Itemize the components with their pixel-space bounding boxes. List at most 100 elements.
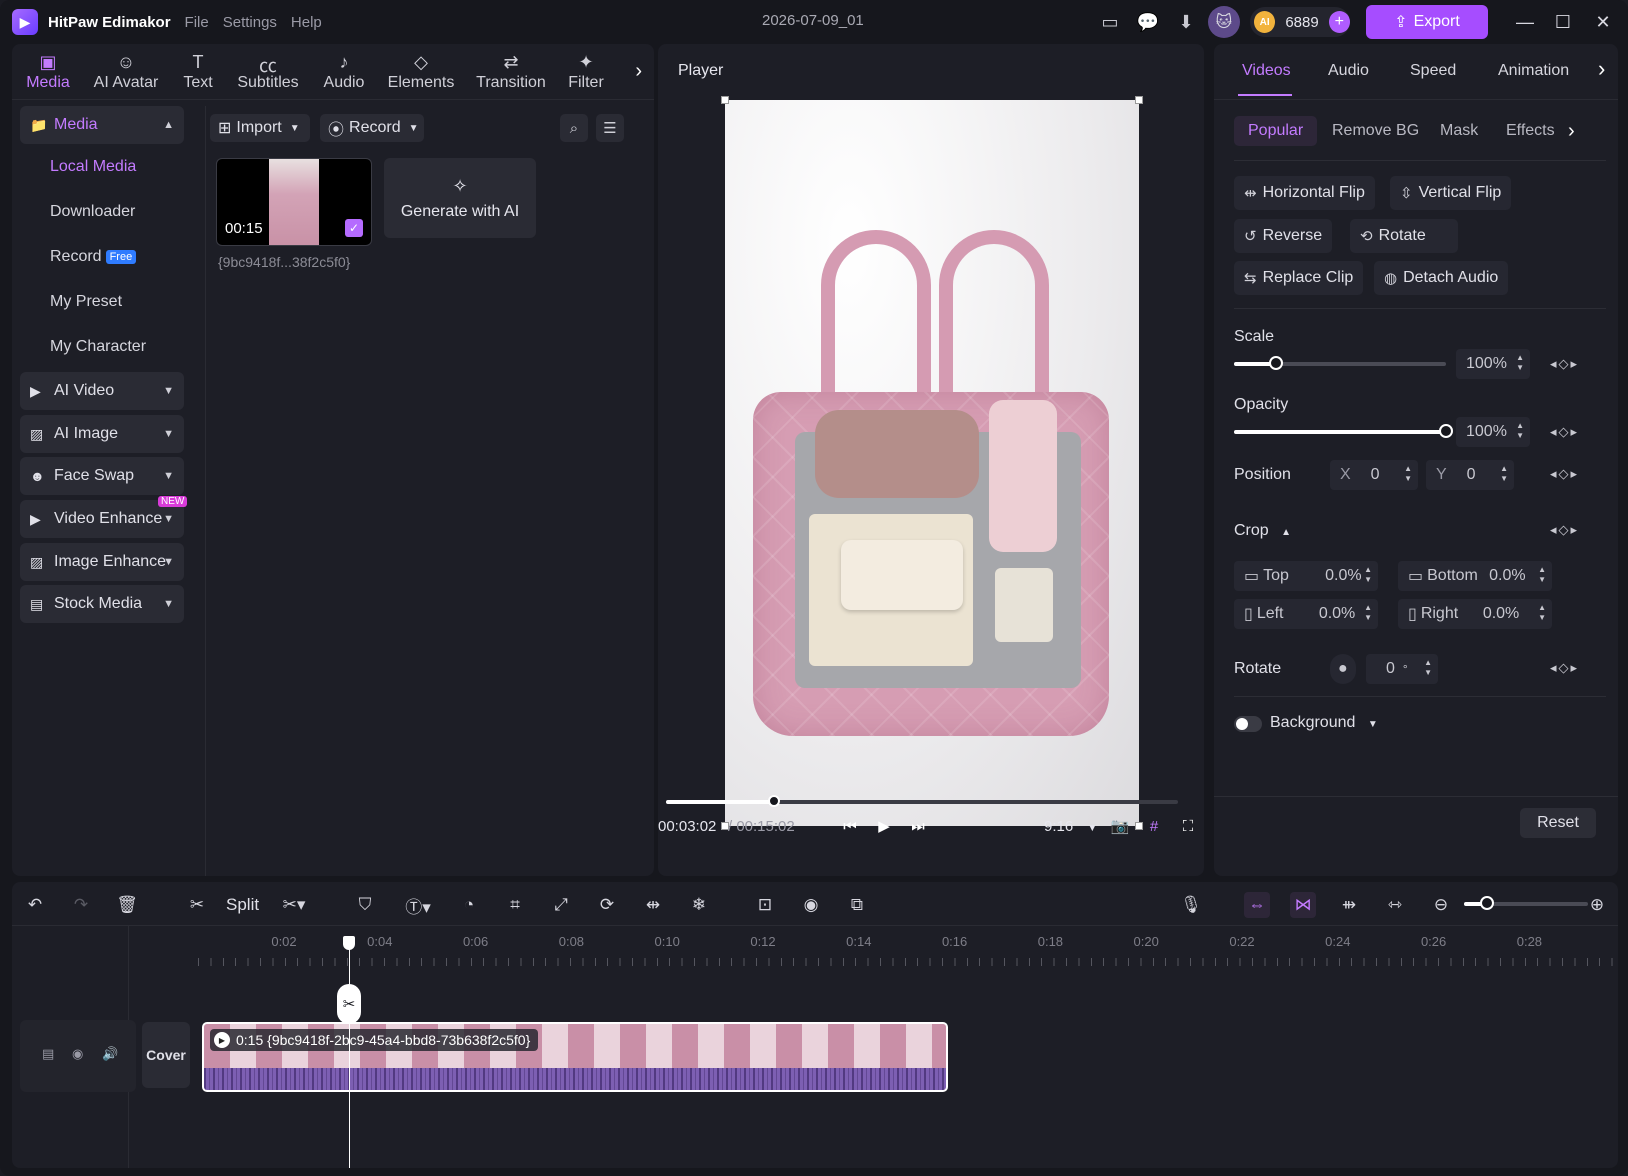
- check-icon[interactable]: ✓: [345, 219, 363, 237]
- sidebar-ai-image[interactable]: ▨ AI Image ▼: [20, 415, 184, 453]
- search-icon[interactable]: ⌕: [560, 114, 588, 142]
- split-track-icon[interactable]: ⇻: [1336, 892, 1362, 918]
- keyframe-icon[interactable]: ◂◇▸: [1550, 522, 1579, 538]
- sidebar-face-swap[interactable]: ☻ Face Swap ▼: [20, 457, 184, 495]
- scissors-icon[interactable]: ✂: [337, 984, 361, 1024]
- ai-cut-icon[interactable]: ✂▾: [274, 892, 314, 918]
- zoom-out-icon[interactable]: ⊖: [1428, 892, 1454, 918]
- download-icon[interactable]: ⬇: [1174, 10, 1198, 34]
- horizontal-flip-button[interactable]: ⇹ Horizontal Flip: [1234, 176, 1375, 210]
- rotate-input[interactable]: 0 ° ▲ ▼: [1366, 654, 1438, 684]
- aspect-ratio-select[interactable]: 9:16 ▼: [1044, 818, 1097, 835]
- spinner-icon[interactable]: ▲ ▼: [1404, 464, 1412, 484]
- tab-media[interactable]: ▣ Media: [14, 44, 82, 100]
- speed-icon[interactable]: ◔: [456, 892, 482, 918]
- keyframe-icon[interactable]: ◂◇▸: [1550, 424, 1579, 440]
- export-button[interactable]: ⇪ Export: [1366, 5, 1488, 39]
- spinner-icon[interactable]: ▲ ▼: [1516, 421, 1524, 441]
- feedback-icon[interactable]: 💬: [1136, 10, 1160, 34]
- playhead[interactable]: [349, 942, 350, 1168]
- sort-icon[interactable]: ☰: [596, 114, 624, 142]
- face-detect-icon[interactable]: ◉: [798, 892, 824, 918]
- spinner-icon[interactable]: ▲ ▼: [1364, 603, 1372, 623]
- vertical-flip-button[interactable]: ⇳ Vertical Flip: [1390, 176, 1512, 210]
- sidebar-item-downloader[interactable]: Downloader: [50, 203, 135, 221]
- background-select[interactable]: Background ▼: [1270, 714, 1378, 732]
- crop-label[interactable]: Crop ▲: [1234, 522, 1291, 540]
- minimize-icon[interactable]: —: [1512, 9, 1538, 35]
- background-toggle[interactable]: [1234, 716, 1262, 732]
- add-credits-button[interactable]: +: [1328, 11, 1350, 33]
- spinner-icon[interactable]: ▲ ▼: [1538, 565, 1546, 585]
- spinner-icon[interactable]: ▲ ▼: [1424, 658, 1432, 678]
- marker-icon[interactable]: ⛉: [352, 892, 378, 918]
- opacity-input[interactable]: 100% ▲ ▼: [1456, 417, 1530, 447]
- auto-reframe-icon[interactable]: ⧉: [844, 892, 870, 918]
- scale-input[interactable]: 100% ▲ ▼: [1456, 349, 1530, 379]
- split-button[interactable]: Split: [226, 895, 259, 915]
- keyframe-icon[interactable]: ◂◇▸: [1550, 466, 1579, 482]
- tab-speed[interactable]: Speed: [1410, 62, 1456, 80]
- play-icon[interactable]: ▶: [872, 814, 896, 838]
- chevron-right-icon[interactable]: ›: [1598, 56, 1605, 82]
- reverse-playback-icon[interactable]: ⟳: [594, 892, 620, 918]
- maximize-icon[interactable]: ☐: [1550, 9, 1576, 35]
- tab-subtitles[interactable]: ㏄ Subtitles: [226, 44, 310, 100]
- crop-right-input[interactable]: ▯ Right 0.0% ▲ ▼: [1398, 599, 1552, 629]
- fullscreen-icon[interactable]: ⛶: [1176, 814, 1200, 838]
- subtab-popular[interactable]: Popular: [1234, 116, 1318, 146]
- mirror-icon[interactable]: ⇹: [640, 892, 666, 918]
- spinner-icon[interactable]: ▲ ▼: [1364, 565, 1372, 585]
- tab-ai-avatar[interactable]: ☺ AI Avatar: [82, 44, 170, 100]
- replace-clip-button[interactable]: ⇆ Replace Clip: [1234, 261, 1364, 295]
- freeze-icon[interactable]: ❄: [686, 892, 712, 918]
- sidebar-ai-video[interactable]: ▶ AI Video ▼: [20, 372, 184, 410]
- keyframe-icon[interactable]: ◂◇▸: [1550, 660, 1579, 676]
- spinner-icon[interactable]: ▲ ▼: [1538, 603, 1546, 623]
- chevron-right-icon[interactable]: ›: [635, 60, 642, 83]
- delete-icon[interactable]: 🗑: [114, 892, 140, 918]
- media-thumbnail[interactable]: 00:15 ✓: [216, 158, 372, 246]
- spinner-icon[interactable]: ▲ ▼: [1500, 464, 1508, 484]
- position-y-input[interactable]: Y 0 ▲ ▼: [1426, 460, 1514, 490]
- user-avatar[interactable]: 🐱: [1208, 6, 1240, 38]
- tab-audio[interactable]: ♪ Audio: [310, 44, 378, 100]
- zoom-slider-knob[interactable]: [1480, 896, 1494, 910]
- track-lock-icon[interactable]: ▤: [42, 1046, 54, 1062]
- menu-settings[interactable]: Settings: [223, 14, 277, 31]
- microphone-icon[interactable]: 🎙: [1178, 892, 1204, 918]
- redo-icon[interactable]: ↷: [68, 892, 94, 918]
- spinner-icon[interactable]: ▲ ▼: [1516, 353, 1524, 373]
- resize-icon[interactable]: ⤢: [548, 892, 574, 918]
- scale-slider[interactable]: [1234, 356, 1446, 370]
- sidebar-item-local-media[interactable]: Local Media: [50, 158, 136, 176]
- scrubber-knob[interactable]: [768, 795, 780, 807]
- record-button[interactable]: ⦿ Record ▼: [320, 114, 424, 142]
- opacity-slider[interactable]: [1234, 424, 1453, 438]
- split-icon[interactable]: ✂: [184, 892, 210, 918]
- layout-icon[interactable]: ▭: [1098, 10, 1122, 34]
- link-icon[interactable]: ⇔: [1244, 892, 1270, 918]
- sidebar-stock-media[interactable]: ▤ Stock Media ▼: [20, 585, 184, 623]
- volume-icon[interactable]: 🔊: [102, 1046, 118, 1062]
- sidebar-item-my-character[interactable]: My Character: [50, 338, 146, 356]
- crop-bottom-input[interactable]: ▭ Bottom 0.0% ▲ ▼: [1398, 561, 1552, 591]
- import-button[interactable]: ⊞ Import ▼: [210, 114, 310, 142]
- opacity-slider-knob[interactable]: [1439, 424, 1453, 438]
- sidebar-item-record[interactable]: Record Free: [50, 248, 137, 266]
- crop-left-input[interactable]: ▯ Left 0.0% ▲ ▼: [1234, 599, 1378, 629]
- eye-icon[interactable]: ◉: [72, 1046, 83, 1062]
- tab-audio-props[interactable]: Audio: [1328, 62, 1369, 80]
- close-icon[interactable]: ✕: [1590, 9, 1616, 35]
- video-preview[interactable]: [725, 100, 1139, 826]
- reset-button[interactable]: Reset: [1520, 808, 1596, 838]
- subtab-mask[interactable]: Mask: [1426, 116, 1492, 146]
- next-frame-icon[interactable]: ⏭: [906, 814, 930, 838]
- tab-transition[interactable]: ⇄ Transition: [464, 44, 558, 100]
- zoom-in-icon[interactable]: ⊕: [1584, 892, 1610, 918]
- subtab-remove-bg[interactable]: Remove BG: [1318, 116, 1433, 146]
- subtab-effects[interactable]: Effects: [1492, 116, 1569, 146]
- undo-icon[interactable]: ↶: [22, 892, 48, 918]
- reverse-button[interactable]: ↺ Reverse: [1234, 219, 1333, 253]
- crop-top-input[interactable]: ▭ Top 0.0% ▲ ▼: [1234, 561, 1378, 591]
